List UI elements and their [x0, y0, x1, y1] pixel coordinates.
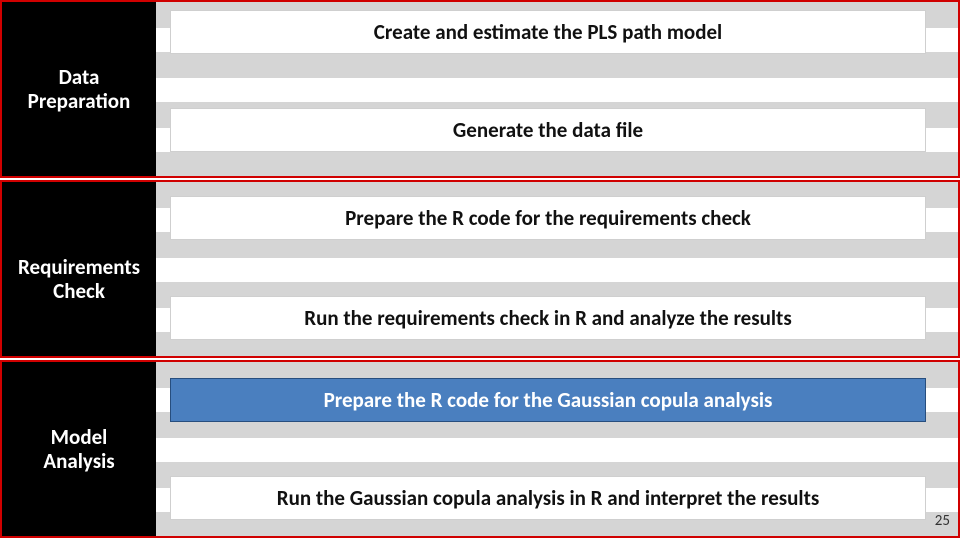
step-prepare-r-copula: Prepare the R code for the Gaussian copu… [170, 378, 926, 422]
step-text: Run the Gaussian copula analysis in R an… [277, 485, 819, 511]
step-text: Run the requirements check in R and anal… [304, 305, 791, 331]
step-run-requirements-check: Run the requirements check in R and anal… [170, 296, 926, 340]
section-label-text: Data Preparation [28, 65, 131, 113]
step-text: Create and estimate the PLS path model [374, 19, 722, 45]
step-create-pls-model: Create and estimate the PLS path model [170, 10, 926, 54]
section-label-text: Model Analysis [43, 425, 114, 473]
step-text: Prepare the R code for the Gaussian copu… [324, 387, 773, 413]
section-label-model-analysis: Model Analysis [2, 362, 156, 536]
section-label-text: Requirements Check [18, 255, 140, 303]
section-label-data-preparation: Data Preparation [2, 2, 156, 176]
process-diagram-slide: Data Preparation Requirements Check Mode… [0, 0, 960, 540]
page-number: 25 [935, 512, 950, 530]
section-label-requirements-check: Requirements Check [2, 182, 156, 356]
step-text: Generate the data file [453, 117, 643, 143]
step-run-copula-analysis: Run the Gaussian copula analysis in R an… [170, 476, 926, 520]
step-generate-data-file: Generate the data file [170, 108, 926, 152]
step-prepare-r-requirements: Prepare the R code for the requirements … [170, 196, 926, 240]
step-text: Prepare the R code for the requirements … [345, 205, 751, 231]
